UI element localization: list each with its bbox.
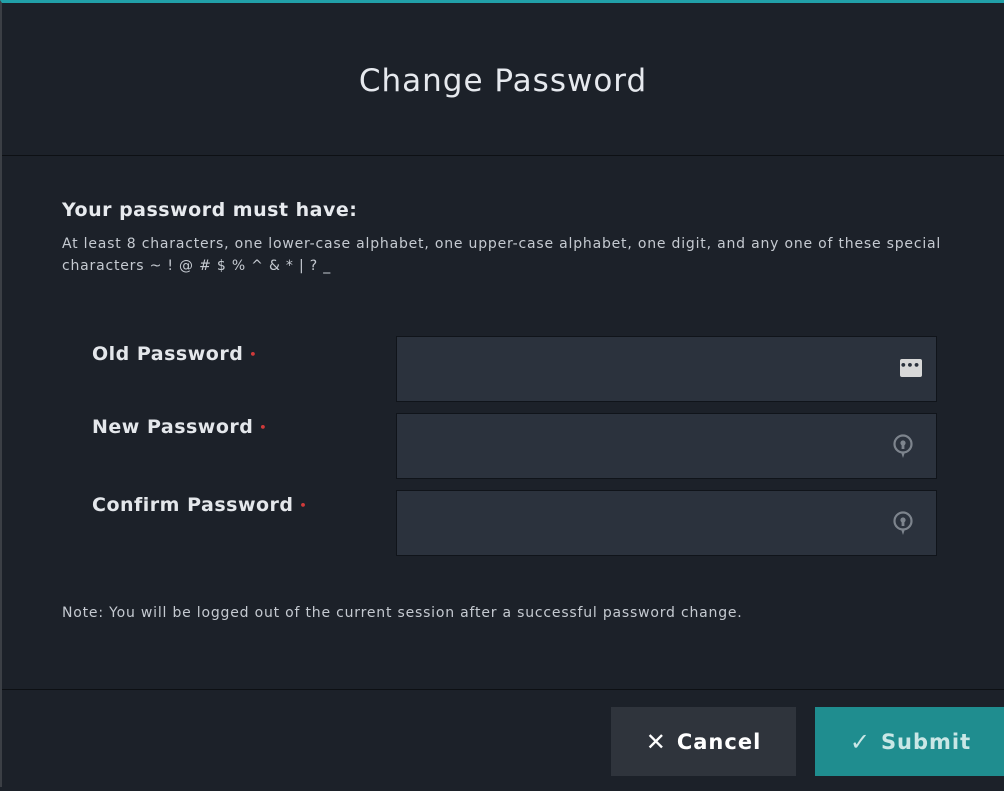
submit-label: Submit: [880, 729, 972, 754]
close-icon: ✕: [645, 727, 667, 756]
required-marker: •: [249, 348, 257, 361]
old-password-label: Old Password •: [92, 343, 257, 365]
new-password-label: New Password •: [92, 416, 267, 438]
cancel-label: Cancel: [676, 729, 762, 754]
new-password-label-text: New Password: [92, 416, 254, 438]
confirm-password-input[interactable]: [397, 491, 877, 555]
cancel-button[interactable]: ✕ Cancel: [611, 707, 796, 776]
old-password-label-text: Old Password: [92, 343, 244, 365]
old-password-field[interactable]: •••|: [396, 336, 937, 402]
new-password-input[interactable]: [397, 414, 877, 478]
confirm-password-field[interactable]: [396, 490, 937, 556]
old-password-input[interactable]: [397, 337, 877, 401]
confirm-password-label: Confirm Password •: [92, 494, 307, 516]
dialog-title: Change Password: [358, 63, 648, 99]
requirements-text: At least 8 characters, one lower-case al…: [62, 236, 942, 274]
confirm-password-label-text: Confirm Password: [92, 494, 294, 516]
dialog-header: Change Password: [2, 3, 1004, 156]
required-marker: •: [259, 421, 267, 434]
checkmark-icon: ✓: [849, 727, 871, 756]
change-password-dialog: Change Password Your password must have:…: [0, 0, 1004, 787]
key-icon[interactable]: [892, 434, 914, 460]
new-password-field[interactable]: [396, 413, 937, 479]
password-dots-icon[interactable]: •••|: [900, 359, 927, 377]
requirements-heading: Your password must have:: [62, 199, 358, 221]
logout-note: Note: You will be logged out of the curr…: [62, 605, 743, 621]
required-marker: •: [299, 499, 308, 512]
submit-button[interactable]: ✓ Submit: [815, 707, 1004, 776]
key-icon[interactable]: [892, 511, 914, 537]
